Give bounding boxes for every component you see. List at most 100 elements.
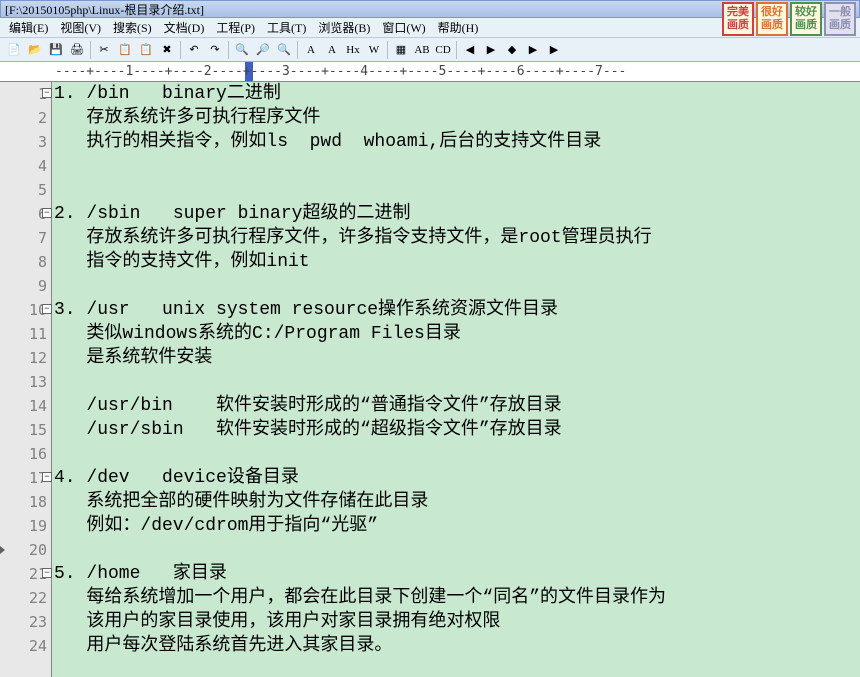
code-line[interactable] bbox=[54, 442, 860, 466]
nav5-icon[interactable]: ▶ bbox=[544, 40, 564, 60]
open-icon[interactable]: 📂 bbox=[25, 40, 45, 60]
code-line[interactable] bbox=[54, 274, 860, 298]
code-line[interactable]: 3. /usr unix system resource操作系统资源文件目录 bbox=[54, 298, 860, 322]
copy-icon[interactable]: 📋 bbox=[115, 40, 135, 60]
line-number: 21− bbox=[0, 562, 51, 586]
menu-8[interactable]: 帮助(H) bbox=[433, 18, 484, 37]
line-gutter: 1−23456−78910−11121314151617−18192021−22… bbox=[0, 82, 52, 677]
fold-toggle-icon[interactable]: − bbox=[42, 472, 52, 482]
line-number: 5 bbox=[0, 178, 51, 202]
code-line[interactable]: 系统把全部的硬件映射为文件存储在此目录 bbox=[54, 490, 860, 514]
menu-5[interactable]: 工具(T) bbox=[262, 18, 311, 37]
menu-0[interactable]: 编辑(E) bbox=[4, 18, 53, 37]
cd-icon[interactable]: CD bbox=[433, 40, 453, 60]
line-number: 18 bbox=[0, 490, 51, 514]
hex-icon[interactable]: Hx bbox=[343, 40, 363, 60]
find-icon[interactable]: 🔍 bbox=[232, 40, 252, 60]
undo-icon[interactable]: ↶ bbox=[184, 40, 204, 60]
line-number: 24 bbox=[0, 634, 51, 658]
line-number: 1− bbox=[0, 82, 51, 106]
line-number: 8 bbox=[0, 250, 51, 274]
a2-icon[interactable]: A bbox=[322, 40, 342, 60]
code-line[interactable]: 指令的支持文件，例如init bbox=[54, 250, 860, 274]
line-number: 2 bbox=[0, 106, 51, 130]
fold-toggle-icon[interactable]: − bbox=[42, 208, 52, 218]
delete-icon[interactable]: ✖ bbox=[157, 40, 177, 60]
line-number: 9 bbox=[0, 274, 51, 298]
line-number: 20 bbox=[0, 538, 51, 562]
code-line[interactable]: 1. /bin binary二进制 bbox=[54, 82, 860, 106]
fold-toggle-icon[interactable]: − bbox=[42, 568, 52, 578]
ruler-text: ----+----1----+----2----+----3----+----4… bbox=[55, 64, 626, 79]
code-line[interactable]: 2. /sbin super binary超级的二进制 bbox=[54, 202, 860, 226]
code-line[interactable]: 执行的相关指令，例如ls pwd whoami,后台的支持文件目录 bbox=[54, 130, 860, 154]
code-line[interactable]: 存放系统许多可执行程序文件 bbox=[54, 106, 860, 130]
code-line[interactable]: /usr/bin 软件安装时形成的“普通指令文件”存放目录 bbox=[54, 394, 860, 418]
code-line[interactable] bbox=[54, 370, 860, 394]
line-number: 11 bbox=[0, 322, 51, 346]
quality-badges: 完美画质很好画质较好画质一般画质 bbox=[722, 0, 856, 38]
code-line[interactable]: 用户每次登陆系统首先进入其家目录。 bbox=[54, 634, 860, 658]
compare-icon[interactable]: ▦ bbox=[391, 40, 411, 60]
paste-icon[interactable]: 📋 bbox=[136, 40, 156, 60]
quality-badge-1[interactable]: 很好画质 bbox=[756, 2, 788, 36]
fold-toggle-icon[interactable]: − bbox=[42, 88, 52, 98]
line-number: 15 bbox=[0, 418, 51, 442]
code-line[interactable]: 每给系统增加一个用户，都会在此目录下创建一个“同名”的文件目录作为 bbox=[54, 586, 860, 610]
toolbar-separator bbox=[456, 41, 457, 59]
ab-icon[interactable]: AB bbox=[412, 40, 432, 60]
toolbar-separator bbox=[387, 41, 388, 59]
menu-7[interactable]: 窗口(W) bbox=[377, 18, 430, 37]
text-content[interactable]: 1. /bin binary二进制 存放系统许多可执行程序文件 执行的相关指令，… bbox=[52, 82, 860, 677]
quality-badge-2[interactable]: 较好画质 bbox=[790, 2, 822, 36]
line-number: 22 bbox=[0, 586, 51, 610]
window-title: [F:\20150105php\Linux-根目录介绍.txt] bbox=[5, 1, 204, 18]
line-number: 7 bbox=[0, 226, 51, 250]
toolbar-separator bbox=[228, 41, 229, 59]
toolbar-separator bbox=[90, 41, 91, 59]
fold-toggle-icon[interactable]: − bbox=[42, 304, 52, 314]
quality-badge-3[interactable]: 一般画质 bbox=[824, 2, 856, 36]
editor-area: 1−23456−78910−11121314151617−18192021−22… bbox=[0, 82, 860, 677]
quality-badge-0[interactable]: 完美画质 bbox=[722, 2, 754, 36]
w-icon[interactable]: W bbox=[364, 40, 384, 60]
code-line[interactable] bbox=[54, 178, 860, 202]
new-icon[interactable]: 📄 bbox=[4, 40, 24, 60]
find-next-icon[interactable]: 🔎 bbox=[253, 40, 273, 60]
redo-icon[interactable]: ↷ bbox=[205, 40, 225, 60]
nav3-icon[interactable]: ◆ bbox=[502, 40, 522, 60]
code-line[interactable]: /usr/sbin 软件安装时形成的“超级指令文件”存放目录 bbox=[54, 418, 860, 442]
line-number: 23 bbox=[0, 610, 51, 634]
nav2-icon[interactable]: ▶ bbox=[481, 40, 501, 60]
toolbar: 📄📂💾🖨✂📋📋✖↶↷🔍🔎🔍AAHxW▦ABCD◀▶◆▶▶ bbox=[0, 38, 860, 62]
menu-3[interactable]: 文档(D) bbox=[159, 18, 210, 37]
save-icon[interactable]: 💾 bbox=[46, 40, 66, 60]
menu-1[interactable]: 视图(V) bbox=[55, 18, 106, 37]
line-number: 3 bbox=[0, 130, 51, 154]
nav1-icon[interactable]: ◀ bbox=[460, 40, 480, 60]
nav4-icon[interactable]: ▶ bbox=[523, 40, 543, 60]
code-line[interactable]: 例如：/dev/cdrom用于指向“光驱” bbox=[54, 514, 860, 538]
line-number: 4 bbox=[0, 154, 51, 178]
menu-4[interactable]: 工程(P) bbox=[211, 18, 260, 37]
toolbar-separator bbox=[297, 41, 298, 59]
menu-6[interactable]: 浏览器(B) bbox=[313, 18, 375, 37]
line-number: 6− bbox=[0, 202, 51, 226]
code-line[interactable] bbox=[54, 538, 860, 562]
find-files-icon[interactable]: 🔍 bbox=[274, 40, 294, 60]
cut-icon[interactable]: ✂ bbox=[94, 40, 114, 60]
line-number: 19 bbox=[0, 514, 51, 538]
code-line[interactable]: 类似windows系统的C:/Program Files目录 bbox=[54, 322, 860, 346]
code-line[interactable]: 4. /dev device设备目录 bbox=[54, 466, 860, 490]
code-line[interactable]: 是系统软件安装 bbox=[54, 346, 860, 370]
code-line[interactable]: 5. /home 家目录 bbox=[54, 562, 860, 586]
line-number: 17− bbox=[0, 466, 51, 490]
a-icon[interactable]: A bbox=[301, 40, 321, 60]
code-line[interactable]: 存放系统许多可执行程序文件，许多指令支持文件，是root管理员执行 bbox=[54, 226, 860, 250]
line-number: 13 bbox=[0, 370, 51, 394]
code-line[interactable] bbox=[54, 154, 860, 178]
menu-2[interactable]: 搜索(S) bbox=[108, 18, 157, 37]
toolbar-separator bbox=[180, 41, 181, 59]
code-line[interactable]: 该用户的家目录使用，该用户对家目录拥有绝对权限 bbox=[54, 610, 860, 634]
print-icon[interactable]: 🖨 bbox=[67, 40, 87, 60]
